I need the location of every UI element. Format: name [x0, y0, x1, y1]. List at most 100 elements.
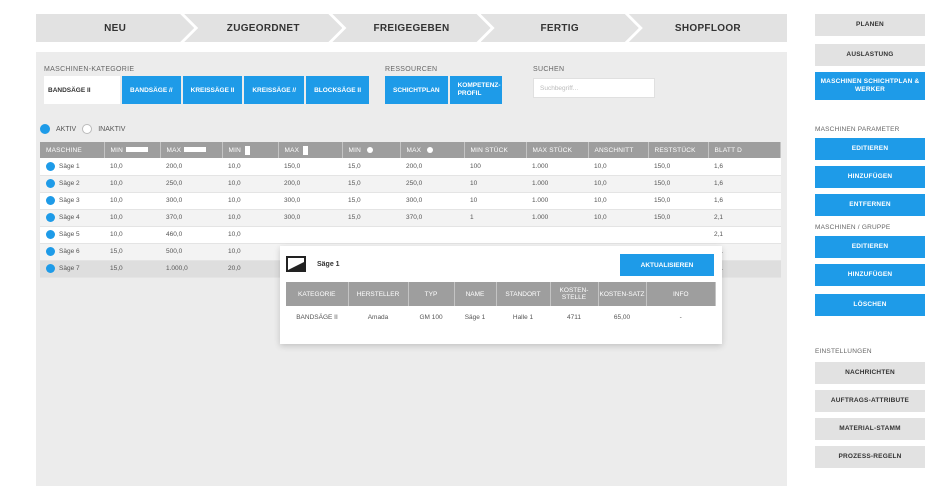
cell-text: 15,0 — [348, 197, 361, 204]
step-fertig[interactable]: FERTIG — [481, 14, 639, 42]
cell-text: 100 — [470, 162, 481, 170]
tab-schichtplan[interactable]: SCHICHTPLAN — [385, 76, 448, 104]
cell-text: 300,0 — [284, 197, 301, 204]
table-cell: 10,0 — [222, 175, 278, 193]
popup-col-hersteller: HERSTELLER — [348, 282, 409, 306]
table-cell — [342, 226, 400, 244]
tab-kreissaege-ii[interactable]: KREISSÄGE II — [182, 76, 243, 104]
auftrags-attribute-button[interactable]: AUFTRAGS-ATTRIBUTE — [815, 390, 925, 412]
cell-text: 10,0 — [594, 214, 607, 221]
step-freigegeben[interactable]: FREIGEGEBEN — [332, 14, 490, 42]
cell-text: 150,0 — [654, 162, 671, 170]
table-cell — [464, 226, 526, 244]
main-panel: MASCHINEN-KATEGORIE BANDSÄGE II BANDSÄGE… — [36, 52, 787, 486]
popup-col-kostenstelle: KOSTEN-STELLE — [550, 282, 599, 306]
cell-text: 10 — [470, 180, 478, 187]
cell-text: 10,0 — [594, 162, 607, 170]
col-max-stueck[interactable]: MAX STÜCK — [526, 142, 589, 158]
table-cell: 15,0 — [342, 158, 400, 176]
tab-bandsaege-parallel[interactable]: BANDSÄGE // — [122, 76, 181, 104]
step-zugeordnet[interactable]: ZUGEORDNET — [184, 14, 342, 42]
status-dot-icon — [46, 196, 55, 205]
cell-text: 500,0 — [166, 248, 183, 255]
cell-text: Säge 6 — [59, 248, 80, 256]
maschinen-schichtplan-button[interactable]: MASCHINEN SCHICHTPLAN & WERKER — [815, 72, 925, 100]
step-shopfloor[interactable]: SHOPFLOOR — [628, 14, 788, 42]
col-max-height[interactable]: MAX — [278, 142, 343, 158]
search-input[interactable]: Suchbegriff... — [533, 78, 655, 98]
param-editieren-button[interactable]: EDITIEREN — [815, 138, 925, 160]
table-cell — [526, 226, 588, 244]
col-reststueck[interactable]: RESTSTÜCK — [648, 142, 709, 158]
nachrichten-button[interactable]: NACHRICHTEN — [815, 362, 925, 384]
table-cell: 1.000 — [526, 209, 588, 227]
param-hinzufuegen-button[interactable]: HINZUFÜGEN — [815, 166, 925, 188]
popup-cell: GM 100 — [419, 313, 443, 321]
aktualisieren-button[interactable]: AKTUALISIEREN — [620, 254, 714, 276]
gruppe-loeschen-button[interactable]: LÖSCHEN — [815, 294, 925, 316]
table-cell: 10 — [464, 192, 526, 210]
popup-col-info: INFO — [646, 282, 716, 306]
cell-text: 200,0 — [166, 162, 183, 170]
tab-kreissaege-parallel[interactable]: KREISSÄGE // — [244, 76, 305, 104]
prozess-regeln-button[interactable]: PROZESS-REGELN — [815, 446, 925, 468]
cell-text: 10,0 — [228, 180, 241, 187]
cell-text: 150,0 — [654, 180, 671, 187]
cell-text: 150,0 — [654, 197, 671, 204]
radio-aktiv[interactable] — [40, 124, 50, 134]
table-row[interactable]: Säge 4 10,0 370,0 10,0 300,0 15,0 370,0 1 1.000 1… — [40, 209, 781, 227]
cell-text: 1,6 — [714, 197, 724, 204]
table-cell: 250,0 — [400, 175, 464, 193]
tab-bandsaege-ii[interactable]: BANDSÄGE II — [44, 76, 120, 104]
cell-text: 200,0 — [406, 162, 423, 170]
step-neu[interactable]: NEU — [36, 14, 194, 42]
cell-text: 10,0 — [228, 231, 241, 238]
cell-text: 300,0 — [406, 197, 423, 204]
suchen-label: SUCHEN — [533, 66, 565, 73]
col-min-stueck[interactable]: MIN STÜCK — [464, 142, 527, 158]
planen-button[interactable]: PLANEN — [815, 14, 925, 36]
table-row[interactable]: Säge 5 10,0 460,0 10,0 2,1 — [40, 226, 781, 244]
cell-text: 10,0 — [110, 197, 123, 204]
material-stamm-button[interactable]: MATERIAL-STAMM — [815, 418, 925, 440]
table-row[interactable]: Säge 3 10,0 300,0 10,0 300,0 15,0 300,0 10 1.000… — [40, 192, 781, 210]
tab-blocksaege-ii[interactable]: BLOCKSÄGE II — [306, 76, 370, 104]
table-cell: 15,0 — [104, 260, 160, 278]
col-anschnitt[interactable]: ANSCHNITT — [588, 142, 649, 158]
kategorie-label: MASCHINEN-KATEGORIE — [44, 66, 135, 73]
table-cell: 10,0 — [588, 192, 648, 210]
table-cell: 1.000 — [526, 158, 588, 176]
popup-col-name: NAME — [454, 282, 497, 306]
cell-text: 250,0 — [166, 180, 183, 187]
cell-text: 200,0 — [284, 180, 301, 187]
table-cell: 370,0 — [400, 209, 464, 227]
cell-text: 10,0 — [228, 214, 241, 221]
tab-kompetenzprofil[interactable]: KOMPETENZ-PROFIL — [449, 76, 502, 104]
col-blatt-d[interactable]: BLATT D — [708, 142, 781, 158]
table-cell: 150,0 — [278, 158, 342, 176]
table-cell: 250,0 — [160, 175, 222, 193]
table-cell: 10,0 — [104, 175, 160, 193]
status-filter: AKTIV INAKTIV — [40, 124, 125, 134]
table-row[interactable]: Säge 2 10,0 250,0 10,0 200,0 15,0 250,0 10 1.000… — [40, 175, 781, 193]
col-max-diameter[interactable]: MAX — [400, 142, 465, 158]
machine-name-cell: Säge 7 — [40, 260, 104, 278]
col-maschine[interactable]: MASCHINE — [40, 142, 105, 158]
table-row[interactable]: Säge 1 10,0 200,0 10,0 150,0 15,0 200,0 100 1.00… — [40, 158, 781, 176]
gruppe-hinzufuegen-button[interactable]: HINZUFÜGEN — [815, 264, 925, 286]
col-min-diameter[interactable]: MIN — [342, 142, 401, 158]
einstellungen-label: EINSTELLUNGEN — [815, 348, 872, 355]
table-cell: 10,0 — [104, 192, 160, 210]
col-max-width[interactable]: MAX — [160, 142, 223, 158]
radio-inaktiv-label: INAKTIV — [98, 125, 126, 133]
ressourcen-tabs: SCHICHTPLAN KOMPETENZ-PROFIL — [385, 76, 502, 104]
param-entfernen-button[interactable]: ENTFERNEN — [815, 194, 925, 216]
table-cell: 1.000 — [526, 192, 588, 210]
col-min-height[interactable]: MIN — [222, 142, 279, 158]
radio-inaktiv[interactable] — [82, 124, 93, 134]
auslastung-button[interactable]: AUSLASTUNG — [815, 44, 925, 66]
col-min-width[interactable]: MIN — [104, 142, 161, 158]
cell-text: Säge 4 — [59, 214, 80, 222]
diameter-icon — [427, 146, 434, 153]
gruppe-editieren-button[interactable]: EDITIEREN — [815, 236, 925, 258]
